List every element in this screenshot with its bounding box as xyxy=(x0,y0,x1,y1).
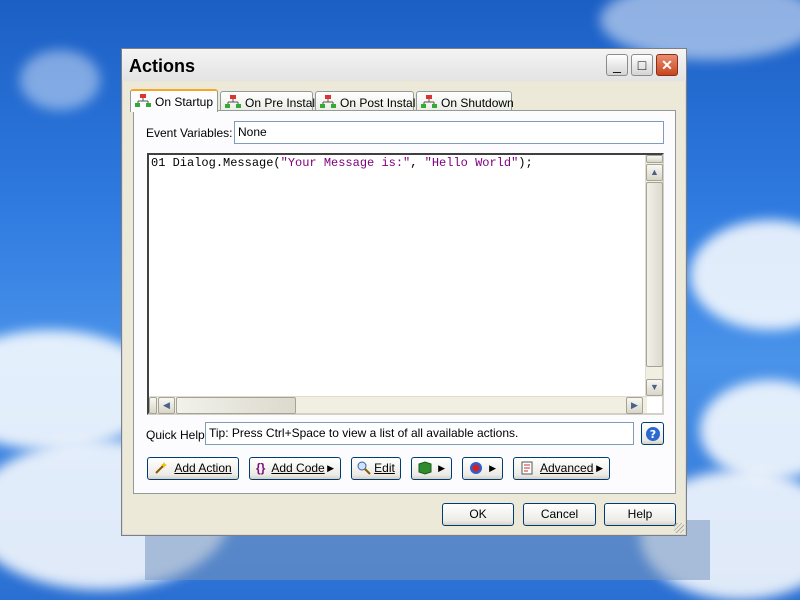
scroll-down-button[interactable]: ▼ xyxy=(646,379,663,396)
book-icon xyxy=(418,461,432,475)
advanced-label: Advanced xyxy=(540,461,594,475)
scroll-split-handle[interactable] xyxy=(149,397,157,414)
advanced-button[interactable]: Advanced ▶ xyxy=(513,457,610,480)
script-editor[interactable]: 01 Dialog.Message("Your Message is:", "H… xyxy=(147,153,664,415)
vertical-scrollbar[interactable]: ▲ ▼ xyxy=(645,155,663,397)
document-icon xyxy=(521,461,533,475)
tab-on-pre-install[interactable]: On Pre Install xyxy=(220,91,318,111)
question-icon: ? xyxy=(645,427,660,441)
tab-on-post-install[interactable]: On Post Install xyxy=(315,91,418,111)
quick-help-button[interactable]: ? xyxy=(641,422,664,445)
dropdown-arrow-icon: ▶ xyxy=(438,463,445,473)
tab-on-startup[interactable]: On Startup xyxy=(130,89,218,112)
tab-label: On Pre Install xyxy=(245,96,318,110)
record-icon xyxy=(470,462,482,474)
add-action-label: Add Action xyxy=(174,461,232,475)
ok-button[interactable]: OK xyxy=(442,503,514,526)
quick-help-label: Quick Help: xyxy=(146,428,209,442)
code-string-arg: "Hello World" xyxy=(424,156,519,170)
actions-dialog: Actions _ □ ✕ On Startup On Pre Install … xyxy=(121,48,687,536)
magnifier-icon xyxy=(357,461,371,475)
flowchart-icon xyxy=(320,95,336,108)
horizontal-scroll-thumb[interactable] xyxy=(176,397,296,414)
window-title: Actions xyxy=(129,56,196,76)
tab-on-shutdown[interactable]: On Shutdown xyxy=(416,91,514,111)
line-number: 01 xyxy=(151,156,166,170)
vertical-scroll-thumb[interactable] xyxy=(646,182,663,367)
dropdown-arrow-icon: ▶ xyxy=(489,463,496,473)
cancel-button[interactable]: Cancel xyxy=(523,503,596,526)
add-code-button[interactable]: {} Add Code ▶ xyxy=(249,457,341,480)
code-string-arg: "Your Message is:" xyxy=(280,156,411,170)
tab-panel: Event Variables: None 01 Dialog.Message(… xyxy=(133,110,676,494)
chevron-left-icon: ◀ xyxy=(163,400,170,410)
quick-help-tip: Tip: Press Ctrl+Space to view a list of … xyxy=(205,422,634,445)
edit-label: Edit xyxy=(374,461,395,475)
close-button[interactable]: ✕ xyxy=(656,54,678,76)
help-button[interactable]: Help xyxy=(604,503,676,526)
dropdown-arrow-icon: ▶ xyxy=(596,463,603,473)
event-variables-field[interactable]: None xyxy=(234,121,664,144)
add-action-button[interactable]: Add Action xyxy=(147,457,239,480)
scroll-split-handle[interactable] xyxy=(646,155,663,163)
minimize-icon: _ xyxy=(613,57,621,73)
chevron-up-icon: ▲ xyxy=(650,167,659,177)
event-variables-label: Event Variables: xyxy=(146,126,233,140)
code-call: Dialog.Message( xyxy=(165,156,281,170)
braces-icon: {} xyxy=(256,461,266,475)
tab-label: On Shutdown xyxy=(441,96,514,110)
resize-grip[interactable] xyxy=(674,523,684,533)
title-bar[interactable]: Actions _ □ ✕ xyxy=(122,49,686,81)
flowchart-icon xyxy=(135,94,151,107)
flowchart-icon xyxy=(421,95,437,108)
svg-text:?: ? xyxy=(649,428,655,441)
maximize-button[interactable]: □ xyxy=(631,54,653,76)
horizontal-scrollbar[interactable]: ◀ ▶ xyxy=(149,396,647,414)
edit-button[interactable]: Edit xyxy=(351,457,401,480)
scroll-right-button[interactable]: ▶ xyxy=(626,397,643,414)
flowchart-icon xyxy=(225,95,241,108)
chevron-right-icon: ▶ xyxy=(631,400,638,410)
code-terminator: ); xyxy=(518,156,533,170)
minimize-button[interactable]: _ xyxy=(606,54,628,76)
tab-label: On Post Install xyxy=(340,96,419,110)
code-line: 01 Dialog.Message("Your Message is:", "H… xyxy=(151,156,533,170)
close-icon: ✕ xyxy=(661,57,673,73)
magic-wand-icon xyxy=(155,462,168,474)
dropdown-arrow-icon: ▶ xyxy=(327,463,334,473)
tab-label: On Startup xyxy=(155,95,214,109)
maximize-icon: □ xyxy=(637,57,647,73)
book-menu-button[interactable]: ▶ xyxy=(411,457,452,480)
chevron-down-icon: ▼ xyxy=(650,382,659,392)
scroll-up-button[interactable]: ▲ xyxy=(646,164,663,181)
add-code-label: Add Code xyxy=(271,461,325,475)
record-menu-button[interactable]: ▶ xyxy=(462,457,503,480)
scroll-left-button[interactable]: ◀ xyxy=(158,397,175,414)
code-separator: , xyxy=(410,156,425,170)
